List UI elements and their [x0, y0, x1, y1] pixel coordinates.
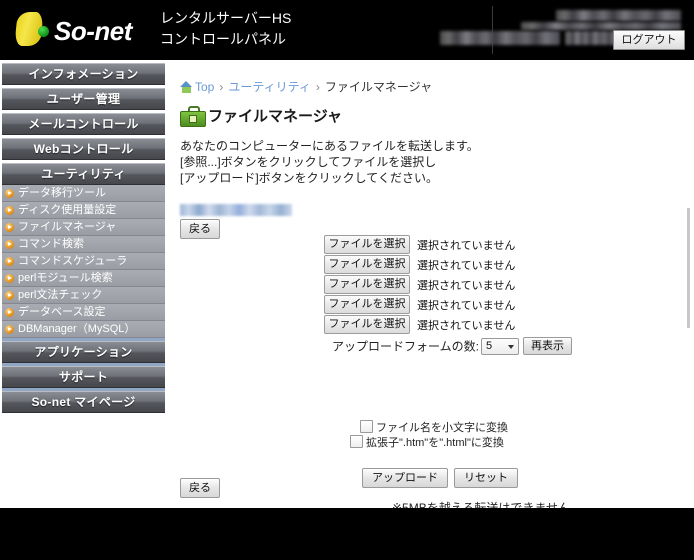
file-input-row: ファイルを選択 選択されていません [324, 295, 684, 314]
arrow-bullet-icon [5, 308, 14, 317]
sidebar-sub-label: DBManager（MySQL） [18, 323, 136, 335]
file-status-text: 選択されていません [417, 319, 516, 332]
logout-button[interactable]: ログアウト [613, 30, 685, 50]
arrow-bullet-icon [5, 257, 14, 266]
back-button-bottom[interactable]: 戻る [180, 478, 220, 498]
sidebar-item-command-search[interactable]: コマンド検索 [2, 236, 165, 253]
sidebar-item-file-manager[interactable]: ファイルマネージャ [2, 219, 165, 236]
logo-wordmark: So-net [54, 16, 132, 46]
arrow-bullet-icon [5, 325, 14, 334]
breadcrumb-current: ファイルマネージャ [324, 80, 433, 94]
sidebar-item-utility[interactable]: ユーティリティ [2, 163, 165, 185]
sidebar-sub-label: データベース設定 [18, 306, 106, 318]
sidebar-item-dbmanager-mysql[interactable]: DBManager（MySQL） [2, 321, 165, 338]
header-title: レンタルサーバーHS コントロールパネル [160, 10, 292, 47]
upload-button[interactable]: アップロード [362, 468, 448, 488]
header-divider [492, 6, 493, 54]
sidebar-item-information[interactable]: インフォメーション [2, 63, 165, 85]
upload-options: ファイル名を小文字に変換 拡張子".htm"を".html"に変換 [350, 420, 508, 450]
arrow-bullet-icon [5, 206, 14, 215]
form-count-row: アップロードフォームの数: 5 再表示 [324, 337, 684, 355]
file-input-row: ファイルを選択 選択されていません [324, 315, 684, 334]
upload-form: ファイルを選択 選択されていません ファイルを選択 選択されていません ファイルを選… [324, 235, 684, 355]
form-count-select[interactable]: 5 [480, 337, 519, 355]
file-input-row: ファイルを選択 選択されていません [324, 255, 684, 274]
file-status-text: 選択されていません [417, 299, 516, 312]
file-input-row: ファイルを選択 選択されていません [324, 275, 684, 294]
sidebar-item-disk-usage-settings[interactable]: ディスク使用量設定 [2, 202, 165, 219]
arrow-bullet-icon [5, 223, 14, 232]
redacted-account-text-left2 [565, 31, 620, 45]
breadcrumb: Top › ユーティリティ › ファイルマネージャ [180, 78, 432, 95]
redacted-account-text-left [440, 31, 560, 45]
choose-file-button[interactable]: ファイルを選択 [324, 295, 410, 314]
option-htm-to-html[interactable]: 拡張子".htm"を".html"に変換 [350, 435, 508, 450]
choose-file-button[interactable]: ファイルを選択 [324, 235, 410, 254]
action-buttons: アップロード リセット [362, 468, 524, 488]
sidebar-item-sonet-mypage[interactable]: So-net マイページ [2, 391, 165, 413]
breadcrumb-link-utility[interactable]: ユーティリティ [228, 80, 311, 94]
choose-file-button[interactable]: ファイルを選択 [324, 255, 410, 274]
sidebar-sub-label: ディスク使用量設定 [18, 204, 117, 216]
refresh-button[interactable]: 再表示 [522, 337, 572, 355]
logo-green-dot-icon [38, 26, 49, 37]
form-count-label: アップロードフォームの数: [332, 339, 479, 354]
sidebar-sub-label: コマンド検索 [18, 238, 84, 250]
arrow-bullet-icon [5, 274, 14, 283]
sidebar-sub-label: perl文法チェック [18, 289, 103, 301]
chevron-down-icon [507, 344, 514, 349]
sidebar-item-perl-syntax-check[interactable]: perl文法チェック [2, 287, 165, 304]
main-content: Top › ユーティリティ › ファイルマネージャ ファイルマネージャ あなたのコンピュ… [172, 60, 690, 531]
site-header: So-net レンタルサーバーHS コントロールパネル ログアウト [0, 0, 694, 60]
breadcrumb-separator: › [219, 80, 224, 94]
page-body: インフォメーション ユーザー管理 メールコントロール Webコントロール ユーテ… [0, 60, 694, 531]
sidebar-item-web-control[interactable]: Webコントロール [2, 138, 165, 160]
option-lowercase-filename[interactable]: ファイル名を小文字に変換 [350, 420, 508, 435]
sidebar-item-application[interactable]: アプリケーション [2, 341, 165, 363]
redacted-account-text-mid [521, 22, 681, 30]
sidebar-item-support[interactable]: サポート [2, 366, 165, 388]
page-title: ファイルマネージャ [208, 108, 342, 125]
sidebar-sub-label: データ移行ツール [18, 187, 106, 199]
toolbox-icon [180, 106, 206, 127]
choose-file-button[interactable]: ファイルを選択 [324, 275, 410, 294]
sidebar-item-perl-module-search[interactable]: perlモジュール検索 [2, 270, 165, 287]
sidebar-sub-label: perlモジュール検索 [18, 272, 113, 284]
site-footer [0, 508, 694, 560]
redacted-account-text-top [556, 10, 681, 21]
scrollbar-track[interactable] [687, 208, 690, 328]
option-label: 拡張子".htm"を".html"に変換 [366, 437, 504, 449]
back-button-top[interactable]: 戻る [180, 219, 220, 239]
checkbox-lowercase-filename[interactable] [360, 420, 373, 433]
breadcrumb-separator: › [315, 80, 320, 94]
file-input-row: ファイルを選択 選択されていません [324, 235, 684, 254]
breadcrumb-link-top[interactable]: Top [195, 80, 214, 94]
arrow-bullet-icon [5, 291, 14, 300]
sonet-logo[interactable]: So-net [14, 10, 154, 52]
sidebar-item-data-migration-tool[interactable]: データ移行ツール [2, 185, 165, 202]
option-label: ファイル名を小文字に変換 [376, 422, 508, 434]
choose-file-button[interactable]: ファイルを選択 [324, 315, 410, 334]
sidebar-sub-label: ファイルマネージャ [18, 221, 117, 233]
reset-button[interactable]: リセット [454, 468, 518, 488]
sidebar-item-database-settings[interactable]: データベース設定 [2, 304, 165, 321]
sidebar-item-command-scheduler[interactable]: コマンドスケジューラ [2, 253, 165, 270]
file-status-text: 選択されていません [417, 259, 516, 272]
sidebar-item-user-management[interactable]: ユーザー管理 [2, 88, 165, 110]
file-status-text: 選択されていません [417, 279, 516, 292]
form-count-value: 5 [485, 339, 493, 352]
home-icon [180, 81, 193, 93]
checkbox-htm-to-html[interactable] [350, 435, 363, 448]
arrow-bullet-icon [5, 240, 14, 249]
arrow-bullet-icon [5, 189, 14, 198]
sidebar-item-mail-control[interactable]: メールコントロール [2, 113, 165, 135]
intro-instructions: あなたのコンピューターにあるファイルを転送します。 [参照...]ボタンをクリッ… [180, 139, 479, 185]
page-title-row: ファイルマネージャ [180, 105, 342, 129]
file-status-text: 選択されていません [417, 239, 516, 252]
redacted-current-path [180, 204, 292, 216]
sidebar-sub-label: コマンドスケジューラ [18, 255, 128, 267]
sidebar-nav: インフォメーション ユーザー管理 メールコントロール Webコントロール ユーテ… [2, 63, 165, 413]
